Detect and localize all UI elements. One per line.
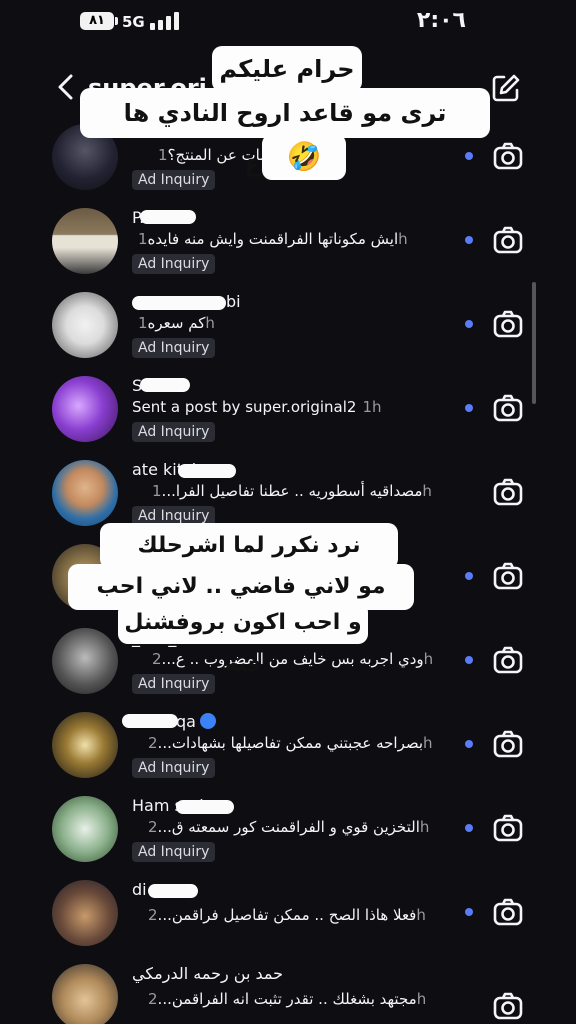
avatar [52,628,118,694]
camera-icon[interactable] [492,224,524,256]
message-preview: ودي اجربه بس خايف من المضروب .. ع... [161,650,424,668]
unread-dot [465,320,473,328]
redaction-mark [140,210,196,224]
message-preview: ايش مكوناتها الفراقمنت وايش منه فايده [147,230,399,248]
battery-indicator: ٨١ [80,12,118,30]
signal-icon [150,12,182,30]
thread-name: حمد بن رحمه الدرمكي [132,964,284,983]
unread-dot [465,572,473,580]
unread-dot [465,656,473,664]
camera-icon[interactable] [492,140,524,172]
redaction-mark [122,714,178,728]
caption-top-line1: حرام عليكم [212,46,362,92]
caption-top-emoji: 🤣 [262,134,346,180]
avatar [52,880,118,946]
camera-icon[interactable] [492,308,524,340]
ad-inquiry-badge: Ad Inquiry [132,170,216,190]
compose-icon[interactable] [490,72,522,104]
message-preview: مصداقيه أسطوريه .. عطنا تفاصيل الفرا... [161,482,423,500]
message-preview: مجتهد بشغلك .. تقدر تثبت انه الفراقمن... [157,990,417,1008]
unread-dot [465,740,473,748]
camera-icon[interactable] [492,560,524,592]
caption-top-line2: ترى مو قاعد اروح النادي ها لاسبوع [80,88,490,177]
thread-row[interactable]: P. ايش مكوناتها الفراقمنت وايش منه فايده… [0,198,576,282]
thread-name: di [132,880,147,899]
message-preview: بصراحه عجبتني ممكن تفاصيلها بشهادات... [157,734,424,752]
ad-inquiry-badge: Ad Inquiry [132,338,216,358]
status-bar: ٨١ 5G ٢:٠٦ [0,0,576,44]
unread-dot [465,908,473,916]
redaction-mark [132,296,226,310]
avatar [52,796,118,862]
ad-inquiry-badge: Ad Inquiry [132,674,216,694]
thread-row[interactable]: qa بصراحه عجبتني ممكن تفاصيلها بشهادات..… [0,702,576,786]
message-preview: Sent a post by super.original2 [132,398,357,416]
message-time: 1h [362,398,382,416]
unread-dot [465,824,473,832]
avatar [52,292,118,358]
thread-row[interactable]: حمد بن رحمه الدرمكي مجتهد بشغلك .. تقدر … [0,954,576,1024]
redaction-mark [140,378,190,392]
ad-inquiry-badge: Ad Inquiry [132,758,216,778]
ad-inquiry-badge: Ad Inquiry [132,422,216,442]
ad-inquiry-badge: Ad Inquiry [132,254,216,274]
verified-badge-icon [199,713,216,729]
camera-icon[interactable] [492,896,524,928]
redaction-mark [148,884,198,898]
back-chevron-icon[interactable] [52,72,82,102]
clock: ٢:٠٦ [416,8,466,33]
caption-mid-line1: نرد نكرر لما اشرحلك بضمير [100,523,398,604]
unread-dot [465,152,473,160]
message-preview: التخزين قوي و الفراقمنت كور سمعته ق... [157,818,420,836]
message-preview: فعلا هاذا الصح .. ممكن تفاصيل فراقمن... [157,906,417,924]
unread-dot [465,236,473,244]
camera-icon[interactable] [492,812,524,844]
avatar [52,712,118,778]
thread-row[interactable]: di فعلا هاذا الصح .. ممكن تفاصيل فراقمن.… [0,870,576,954]
thread-name: qa [176,712,196,731]
thread-row[interactable]: Ham sari التخزين قوي و الفراقمنت كور سمع… [0,786,576,870]
thread-name: bi [226,292,241,311]
thread-row[interactable]: S Sent a post by super.original2 1h Ad In… [0,366,576,450]
camera-icon[interactable] [492,644,524,676]
camera-icon[interactable] [492,392,524,424]
camera-icon[interactable] [492,728,524,760]
thread-row[interactable]: bi كم سعره1h Ad Inquiry [0,282,576,366]
avatar [52,460,118,526]
avatar [52,964,118,1024]
scrollbar[interactable] [532,282,536,404]
camera-icon[interactable] [492,476,524,508]
unread-dot [465,404,473,412]
avatar [52,376,118,442]
avatar [52,208,118,274]
message-preview: كم سعره [147,314,206,332]
ad-inquiry-badge: Ad Inquiry [132,842,216,862]
caption-mid-line3: و احب اكون بروفشنل فيه [118,602,368,677]
redaction-mark [178,464,236,478]
thread-row[interactable]: ate kitchen مصداقيه أسطوريه .. عطنا تفاص… [0,450,576,534]
camera-icon[interactable] [492,990,524,1022]
network-label: 5G [122,13,145,31]
redaction-mark [176,800,234,814]
